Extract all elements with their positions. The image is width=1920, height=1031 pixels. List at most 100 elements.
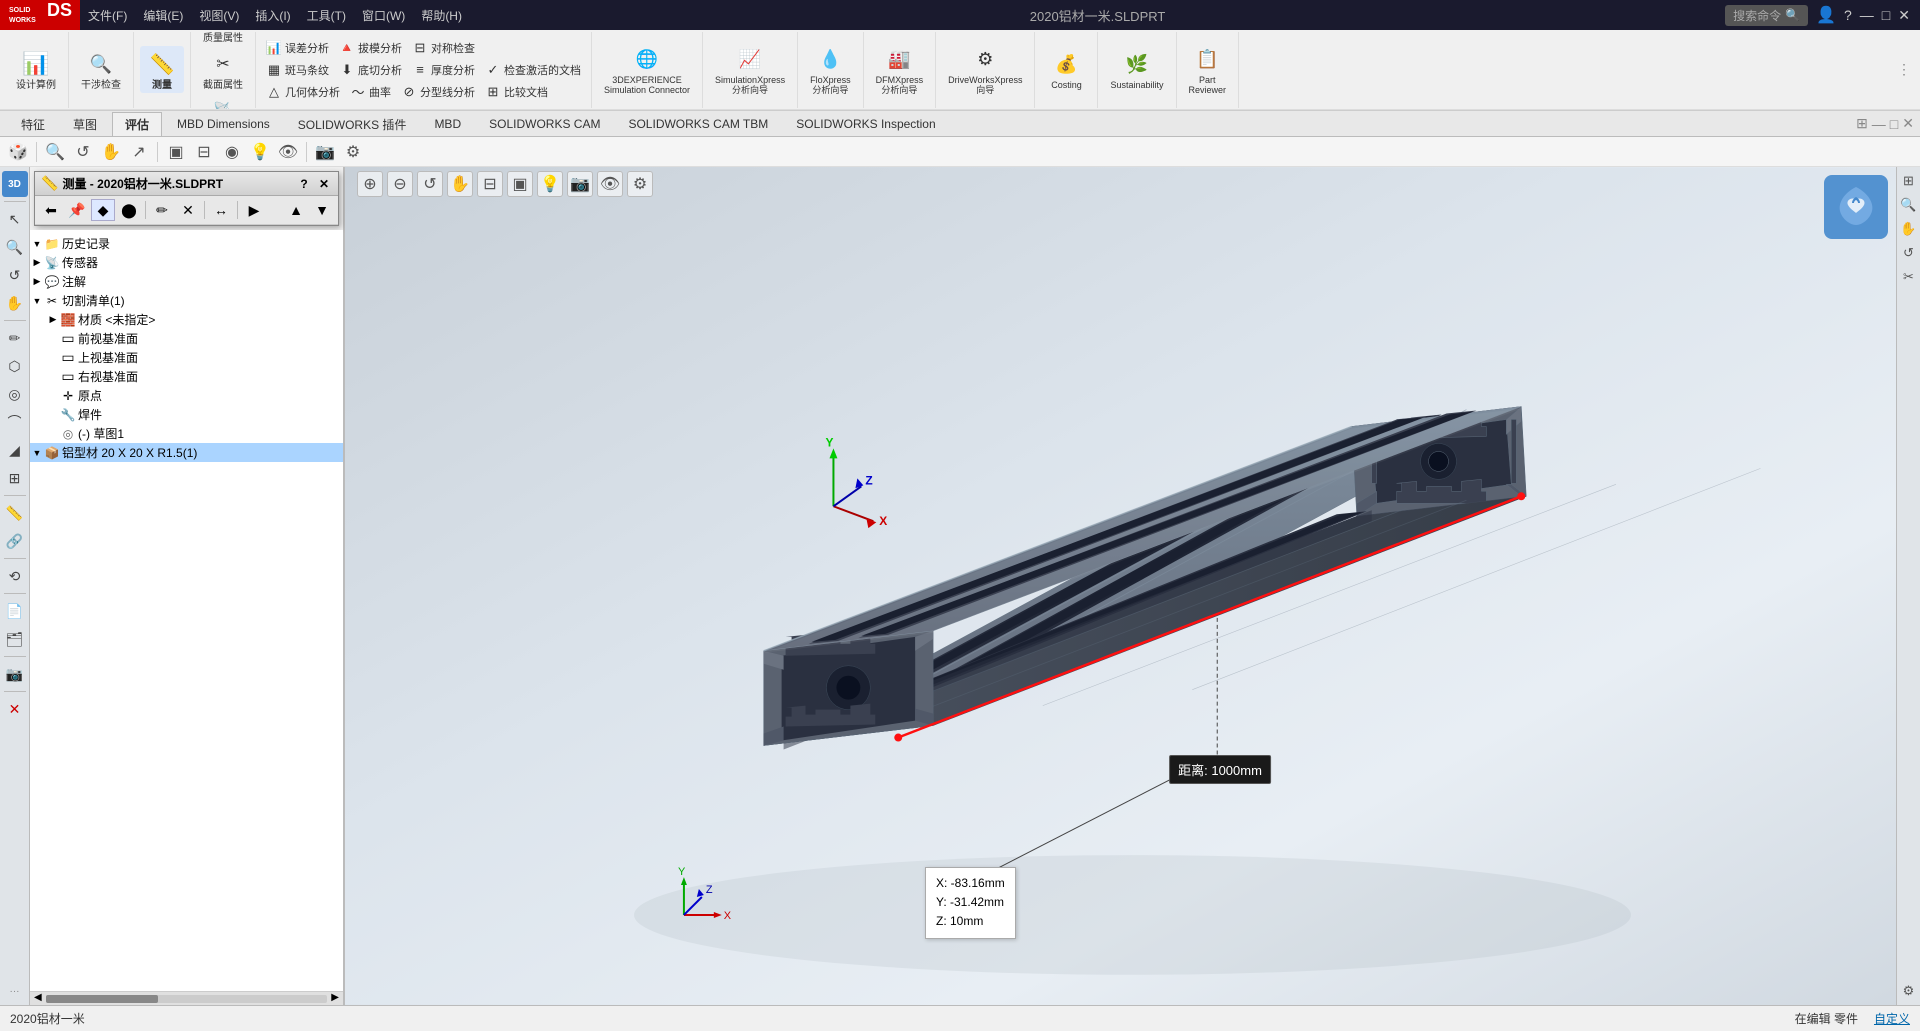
ft-item-sketch1[interactable]: ▶ ◎ (-) 草图1 (30, 424, 343, 443)
sustainability-btn[interactable]: 🌿 Sustainability (1104, 47, 1169, 93)
dialog-close-btn[interactable]: ✕ (316, 176, 332, 192)
undercut-analysis-btn[interactable]: ⬇底切分析 (335, 60, 406, 80)
view-opt-section[interactable]: ⊟ (477, 171, 503, 197)
dfmxpress-btn[interactable]: 🏭 DFMXpress分析向导 (870, 42, 930, 98)
mt-diamond-btn[interactable]: ◆ (91, 199, 115, 221)
view-opt-hide[interactable]: 👁 (597, 171, 623, 197)
view-lights-btn[interactable]: 💡 (247, 140, 273, 164)
sensors-btn[interactable]: 📡 传感器 (201, 93, 245, 110)
ft-item-cutlist[interactable]: ▼ ✂ 切割清单(1) (30, 291, 343, 310)
fl-doc-btn[interactable]: 📄 (2, 598, 28, 624)
ft-item-top-plane[interactable]: ▶ ▭ 上视基准面 (30, 348, 343, 367)
rt-pan-btn[interactable]: ✋ (1899, 219, 1919, 239)
search-box[interactable]: 搜索命令 🔍 (1725, 5, 1808, 26)
ft-item-material[interactable]: ▶ 🧱 材质 <未指定> (30, 310, 343, 329)
view-settings-btn[interactable]: ⚙ (340, 140, 366, 164)
help-icon[interactable]: ? (1844, 7, 1852, 23)
mt-circle-btn[interactable]: ⬤ (117, 199, 141, 221)
measure-btn[interactable]: 📏 测量 (140, 46, 184, 93)
fl-measure-btn[interactable]: 📏 (2, 500, 28, 526)
fl-select-btn[interactable]: ↖ (2, 206, 28, 232)
mt-edit-btn[interactable]: ✏ (150, 199, 174, 221)
tab-sw-cam-tbm[interactable]: SOLIDWORKS CAM TBM (615, 113, 781, 134)
interference-check-btn[interactable]: 🔍 干涉检查 (75, 46, 127, 93)
menu-insert[interactable]: 插入(I) (247, 0, 298, 30)
view-opt-light[interactable]: 💡 (537, 171, 563, 197)
part-reviewer-btn[interactable]: 📋 PartReviewer (1183, 42, 1233, 98)
view-clip-btn[interactable]: ◉ (219, 140, 245, 164)
zebra-stripes-btn[interactable]: ▦斑马条纹 (262, 60, 333, 80)
tab-min-btn[interactable]: — (1872, 116, 1886, 132)
tab-sketch[interactable]: 草图 (60, 112, 110, 136)
left-scroll[interactable]: ◀ ▶ (30, 991, 343, 1005)
tab-evaluate[interactable]: 评估 (112, 112, 162, 136)
fl-pan-btn[interactable]: ✋ (2, 290, 28, 316)
tab-sw-addins[interactable]: SOLIDWORKS 插件 (285, 112, 420, 136)
user-icon[interactable]: 👤 (1816, 5, 1836, 25)
fl-revolve-btn[interactable]: ◎ (2, 381, 28, 407)
mt-pin-btn[interactable]: 📌 (65, 199, 89, 221)
tab-features[interactable]: 特征 (8, 112, 58, 136)
menu-file[interactable]: 文件(F) (80, 0, 135, 30)
scroll-left-btn[interactable]: ◀ (34, 992, 42, 1006)
error-analysis-btn[interactable]: 📊误差分析 (262, 38, 333, 58)
ft-expand-annotations[interactable]: ▶ (30, 276, 44, 287)
view-3d-btn[interactable]: 🎲 (5, 140, 31, 164)
view-opt-zoom-fit[interactable]: ⊕ (357, 171, 383, 197)
viewport[interactable]: ⊕ ⊖ ↺ ✋ ⊟ ▣ 💡 📷 👁 ⚙ (345, 167, 1920, 1005)
tab-close-btn[interactable]: ✕ (1902, 115, 1914, 132)
menu-help[interactable]: 帮助(H) (413, 0, 470, 30)
menu-tools[interactable]: 工具(T) (299, 0, 354, 30)
view-pan-btn[interactable]: ✋ (98, 140, 124, 164)
parting-line-btn[interactable]: ⊘分型线分析 (397, 82, 479, 102)
tab-mbd[interactable]: MBD (421, 113, 474, 134)
ft-expand-sensor[interactable]: ▶ (30, 257, 44, 268)
scroll-right-btn[interactable]: ▶ (331, 992, 339, 1006)
fl-rotate-btn[interactable]: ↺ (2, 262, 28, 288)
curvature-btn[interactable]: 〜曲率 (346, 82, 395, 102)
close-btn[interactable]: ✕ (1898, 7, 1910, 24)
tab-sw-inspection[interactable]: SOLIDWORKS Inspection (783, 113, 948, 134)
tab-expand-btn[interactable]: ⊞ (1856, 115, 1868, 132)
status-custom[interactable]: 自定义 (1874, 1010, 1910, 1027)
rt-expand-btn[interactable]: ⊞ (1899, 171, 1919, 191)
mt-arrow-btn[interactable]: ▶ (242, 199, 266, 221)
fl-zoom-btn[interactable]: 🔍 (2, 234, 28, 260)
section-props-btn[interactable]: ✂ 截面属性 (197, 46, 249, 93)
3dex-btn[interactable]: 🌐 3DEXPERIENCESimulation Connector (598, 42, 696, 98)
mt-back-btn[interactable]: ⬅ (39, 199, 63, 221)
fl-mate-btn[interactable]: 🔗 (2, 528, 28, 554)
tab-mbd-dimensions[interactable]: MBD Dimensions (164, 113, 283, 134)
view-opt-settings[interactable]: ⚙ (627, 171, 653, 197)
rt-zoom-btn[interactable]: 🔍 (1899, 195, 1919, 215)
mt-delete-btn[interactable]: ✕ (176, 199, 200, 221)
geometry-analysis-btn[interactable]: △几何体分析 (262, 82, 344, 102)
fl-3d-btn[interactable]: 3D (2, 171, 28, 197)
rt-rotate-btn[interactable]: ↺ (1899, 243, 1919, 263)
view-opt-zoom-out[interactable]: ⊖ (387, 171, 413, 197)
fl-pattern-btn[interactable]: ⊞ (2, 465, 28, 491)
ft-item-weldment[interactable]: ▶ 🔧 焊件 (30, 405, 343, 424)
ft-item-sensor[interactable]: ▶ 📡 传感器 (30, 253, 343, 272)
tab-sw-cam[interactable]: SOLIDWORKS CAM (476, 113, 613, 134)
ft-expand-material[interactable]: ▶ (46, 314, 60, 325)
compare-docs-btn[interactable]: ⊞比较文档 (481, 82, 552, 102)
view-opt-rotate[interactable]: ↺ (417, 171, 443, 197)
mt-expand-btn[interactable]: ▼ (310, 199, 334, 221)
dialog-help-btn[interactable]: ? (296, 176, 312, 192)
ft-item-history[interactable]: ▼ 📁 历史记录 (30, 234, 343, 253)
ft-expand-history[interactable]: ▼ (30, 239, 44, 249)
menu-window[interactable]: 窗口(W) (354, 0, 413, 30)
maximize-btn[interactable]: □ (1882, 7, 1890, 23)
minimize-btn[interactable]: — (1860, 7, 1874, 23)
design-study-btn[interactable]: 📊 设计算例 (10, 46, 62, 93)
ft-expand-alprofile[interactable]: ▼ (30, 448, 44, 458)
rt-settings-btn[interactable]: ⚙ (1899, 981, 1919, 1001)
ft-item-origin[interactable]: ▶ ✛ 原点 (30, 386, 343, 405)
fl-camera-btn[interactable]: 📷 (2, 661, 28, 687)
ft-item-front-plane[interactable]: ▶ ▭ 前视基准面 (30, 329, 343, 348)
mt-dimension-btn[interactable]: ↔ (209, 199, 233, 221)
view-camera-btn[interactable]: 📷 (312, 140, 338, 164)
fl-more-btn[interactable]: ··· (10, 986, 20, 1001)
ft-item-alprofile[interactable]: ▼ 📦 铝型材 20 X 20 X R1.5(1) (30, 443, 343, 462)
